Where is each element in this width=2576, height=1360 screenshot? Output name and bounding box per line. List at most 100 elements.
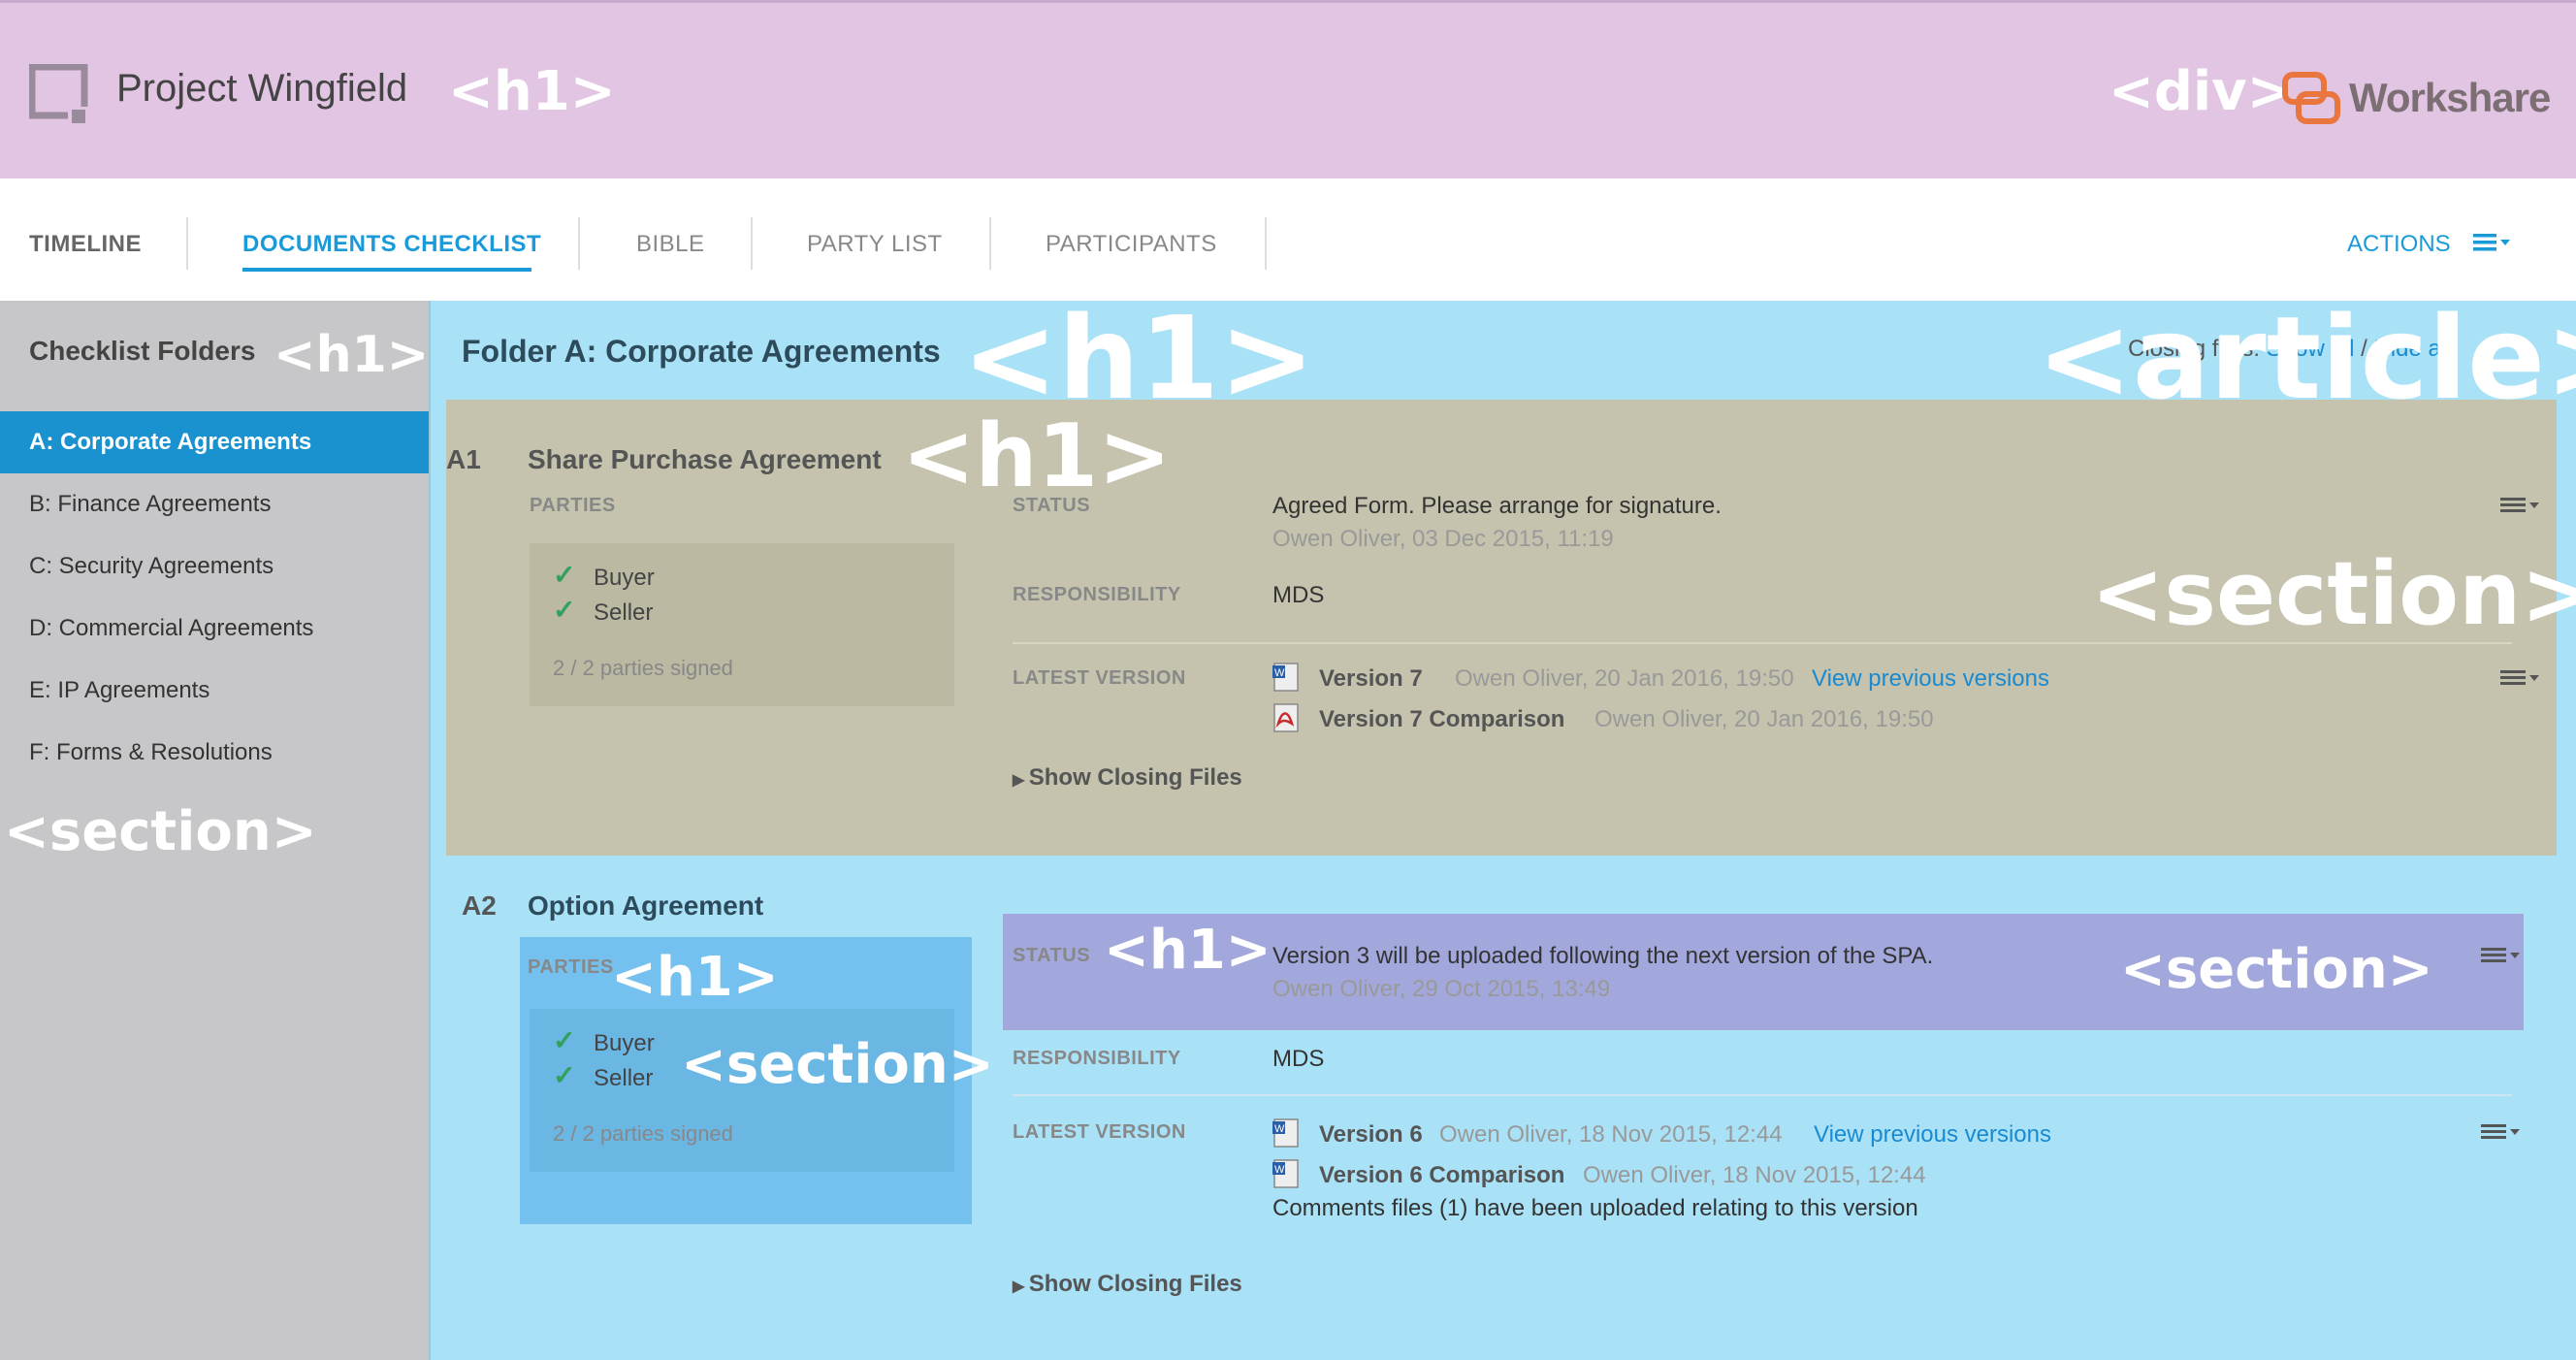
sidebar-title: Checklist Folders (29, 336, 256, 366)
svg-text:W: W (1274, 1123, 1285, 1135)
caret-right-icon: ▶ (1013, 1279, 1029, 1295)
show-closing-files-toggle[interactable]: ▶ Show Closing Files (1013, 764, 1242, 792)
version-name[interactable]: Version 6 Comparison (1319, 1162, 1564, 1189)
status-menu-icon[interactable] (2481, 945, 2524, 966)
check-icon: ✓ (553, 560, 576, 590)
sidebar-item-ip[interactable]: E: IP Agreements (29, 677, 209, 704)
item-title: Share Purchase Agreement (528, 444, 882, 474)
word-file-icon: W (1272, 663, 1299, 692)
tab-bible[interactable]: BIBLE (636, 231, 705, 258)
check-icon: ✓ (553, 595, 576, 625)
check-icon: ✓ (553, 1025, 576, 1055)
version-name[interactable]: Version 7 Comparison (1319, 706, 1564, 733)
check-icon: ✓ (553, 1060, 576, 1090)
divider (1013, 642, 2512, 644)
caret-right-icon: ▶ (1013, 772, 1029, 789)
status-meta: Owen Oliver, 03 Dec 2015, 11:19 (1272, 526, 1614, 552)
party-seller: Seller (594, 1065, 654, 1091)
show-closing-files-label: Show Closing Files (1028, 764, 1242, 791)
svg-text:W: W (1274, 1164, 1285, 1176)
parties-box: ✓ Buyer ✓ Seller 2 / 2 parties signed (530, 543, 954, 706)
div-tag-label: <div> (2109, 60, 2293, 123)
pdf-file-icon (1273, 703, 1299, 732)
project-title: Project Wingfield (116, 67, 408, 110)
nav-divider (578, 217, 580, 270)
section-tag-label: <section> (4, 800, 317, 863)
party-buyer: Buyer (594, 1030, 655, 1056)
tab-party-list[interactable]: PARTY LIST (807, 231, 943, 258)
divider (1013, 1094, 2512, 1096)
workshare-brand-name: Workshare (2349, 75, 2551, 120)
version-meta: Owen Oliver, 18 Nov 2015, 12:44 (1439, 1121, 1783, 1148)
sidebar-item-corporate[interactable]: A: Corporate Agreements (29, 429, 311, 456)
sidebar-item-commercial[interactable]: D: Commercial Agreements (29, 615, 313, 642)
actions-button[interactable]: ACTIONS (2347, 231, 2451, 258)
h1-tag-label: <h1> (448, 60, 616, 123)
version-meta: Owen Oliver, 18 Nov 2015, 12:44 (1583, 1162, 1926, 1188)
nav-divider (989, 217, 991, 270)
version-name[interactable]: Version 7 (1319, 665, 1423, 693)
svg-text:W: W (1274, 667, 1285, 679)
h1-tag-label: <h1> (962, 291, 1315, 425)
item-title: Option Agreement (528, 890, 764, 921)
section-tag-label: <section> (2091, 543, 2576, 645)
status-meta: Owen Oliver, 29 Oct 2015, 13:49 (1272, 976, 1611, 1002)
version-menu-icon[interactable] (2500, 667, 2543, 689)
folder-article: Folder A: Corporate Agreements Closing f… (429, 301, 2576, 1360)
main-nav: TIMELINE DOCUMENTS CHECKLIST BIBLE PARTY… (0, 178, 2576, 301)
status-section: STATUS <h1> Version 3 will be uploaded f… (1003, 914, 2524, 1030)
parties-label: PARTIES (530, 495, 616, 516)
parties-section: PARTIES <h1> ✓ Buyer ✓ Seller 2 / 2 part… (520, 937, 994, 1224)
section-tag-label: <section> (681, 1033, 994, 1096)
item-number: A1 (446, 444, 481, 474)
h1-tag-label: <h1> (611, 946, 779, 1009)
sidebar-item-forms[interactable]: F: Forms & Resolutions (29, 739, 273, 766)
active-tab-underline (242, 268, 531, 272)
status-text: Agreed Form. Please arrange for signatur… (1272, 493, 1722, 519)
version-name[interactable]: Version 6 (1319, 1121, 1423, 1149)
parties-label: PARTIES (528, 956, 614, 978)
responsibility-label: RESPONSIBILITY (1013, 1048, 1181, 1069)
version-menu-icon[interactable] (2481, 1121, 2524, 1143)
status-label: STATUS (1013, 495, 1091, 516)
view-previous-versions-link[interactable]: View previous versions (1812, 665, 2049, 693)
comments-note: Comments files (1) have been uploaded re… (1272, 1195, 1918, 1221)
article-tag-label: <article> (2037, 291, 2576, 425)
nav-divider (1265, 217, 1267, 270)
parties-signed-count: 2 / 2 parties signed (553, 1121, 733, 1146)
version-meta: Owen Oliver, 20 Jan 2016, 19:50 (1594, 706, 1934, 732)
h1-tag-label: <h1> (1104, 919, 1272, 982)
workshare-logo-icon (2282, 72, 2340, 124)
word-file-icon: W (1272, 1159, 1299, 1188)
responsibility-value: MDS (1272, 1046, 1325, 1072)
latest-version-label: LATEST VERSION (1013, 1121, 1186, 1143)
nav-divider (186, 217, 188, 270)
section-tag-label: <section> (2120, 938, 2433, 1001)
checklist-item-a1: A1 Share Purchase Agreement <h1> PARTIES… (446, 400, 2576, 856)
show-closing-files-toggle[interactable]: ▶ Show Closing Files (1013, 1271, 1242, 1298)
checklist-sidebar: Checklist Folders <h1> A: Corporate Agre… (0, 301, 429, 1360)
tab-participants[interactable]: PARTICIPANTS (1046, 231, 1217, 258)
party-buyer: Buyer (594, 565, 655, 591)
show-closing-files-label: Show Closing Files (1028, 1271, 1242, 1297)
status-text: Version 3 will be uploaded following the… (1272, 943, 1934, 969)
tab-documents-checklist[interactable]: DOCUMENTS CHECKLIST (242, 231, 541, 258)
tab-timeline[interactable]: TIMELINE (29, 231, 142, 258)
folder-title: Folder A: Corporate Agreements (462, 334, 941, 369)
responsibility-label: RESPONSIBILITY (1013, 584, 1181, 605)
project-logo-icon (29, 64, 89, 124)
h1-tag-label: <h1> (274, 326, 430, 384)
responsibility-value: MDS (1272, 582, 1325, 608)
party-seller: Seller (594, 599, 654, 626)
h1-tag-label: <h1> (902, 405, 1172, 507)
sidebar-item-security[interactable]: C: Security Agreements (29, 553, 274, 580)
parties-signed-count: 2 / 2 parties signed (553, 656, 733, 680)
word-file-icon: W (1272, 1118, 1299, 1148)
version-meta: Owen Oliver, 20 Jan 2016, 19:50 (1455, 665, 1794, 692)
nav-divider (751, 217, 753, 270)
view-previous-versions-link[interactable]: View previous versions (1814, 1121, 2051, 1149)
hamburger-menu-icon[interactable] (2473, 231, 2512, 254)
sidebar-item-finance[interactable]: B: Finance Agreements (29, 491, 271, 518)
app-header: Project Wingfield <h1> <div> Workshare (0, 0, 2576, 178)
status-menu-icon[interactable] (2500, 495, 2543, 516)
